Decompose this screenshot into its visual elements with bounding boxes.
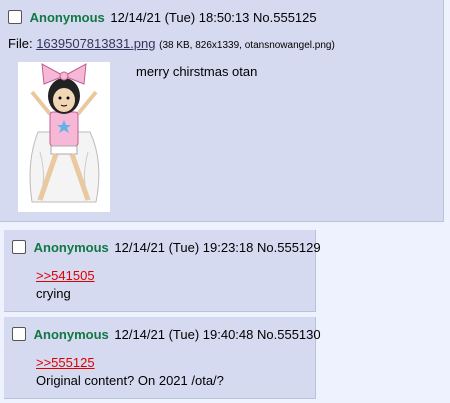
poster-name: Anonymous xyxy=(33,240,109,255)
poster-name: Anonymous xyxy=(29,10,105,25)
post-datetime: 12/14/21 (Tue) 19:23:18 xyxy=(114,240,254,255)
post-message: Original content? On 2021 /ota/? xyxy=(36,373,224,388)
post-555130: Anonymous 12/14/21 (Tue) 19:40:48 No.555… xyxy=(4,317,321,399)
post-number[interactable]: No.555130 xyxy=(257,327,321,342)
post-info: Anonymous 12/14/21 (Tue) 19:40:48 No.555… xyxy=(12,325,321,345)
post-datetime: 12/14/21 (Tue) 18:50:13 xyxy=(110,10,250,25)
post-555129: Anonymous 12/14/21 (Tue) 19:23:18 No.555… xyxy=(4,230,321,312)
snow-angel-drawing xyxy=(29,63,100,203)
post-555125: Anonymous 12/14/21 (Tue) 18:50:13 No.555… xyxy=(0,0,444,222)
quote-link[interactable]: >>541505 xyxy=(36,268,95,283)
post-number[interactable]: No.555129 xyxy=(257,240,321,255)
post-info: Anonymous 12/14/21 (Tue) 19:23:18 No.555… xyxy=(12,238,321,258)
post-checkbox[interactable] xyxy=(8,10,22,24)
post-checkbox[interactable] xyxy=(12,327,26,341)
file-info: File: 1639507813831.png (38 KB, 826x1339… xyxy=(8,36,335,51)
post-number[interactable]: No.555125 xyxy=(253,10,317,25)
post-message: merry chirstmas otan xyxy=(136,64,258,79)
post-message: crying xyxy=(36,286,71,301)
thumbnail-image[interactable] xyxy=(18,62,110,212)
quote-link[interactable]: >>555125 xyxy=(36,355,95,370)
poster-name: Anonymous xyxy=(33,327,109,342)
file-meta: (38 KB, 826x1339, otansnowangel.png) xyxy=(159,40,335,51)
post-checkbox[interactable] xyxy=(12,240,26,254)
file-link[interactable]: 1639507813831.png xyxy=(36,36,155,51)
file-label: File: xyxy=(8,36,33,51)
post-info: Anonymous 12/14/21 (Tue) 18:50:13 No.555… xyxy=(8,8,317,28)
post-datetime: 12/14/21 (Tue) 19:40:48 xyxy=(114,327,254,342)
